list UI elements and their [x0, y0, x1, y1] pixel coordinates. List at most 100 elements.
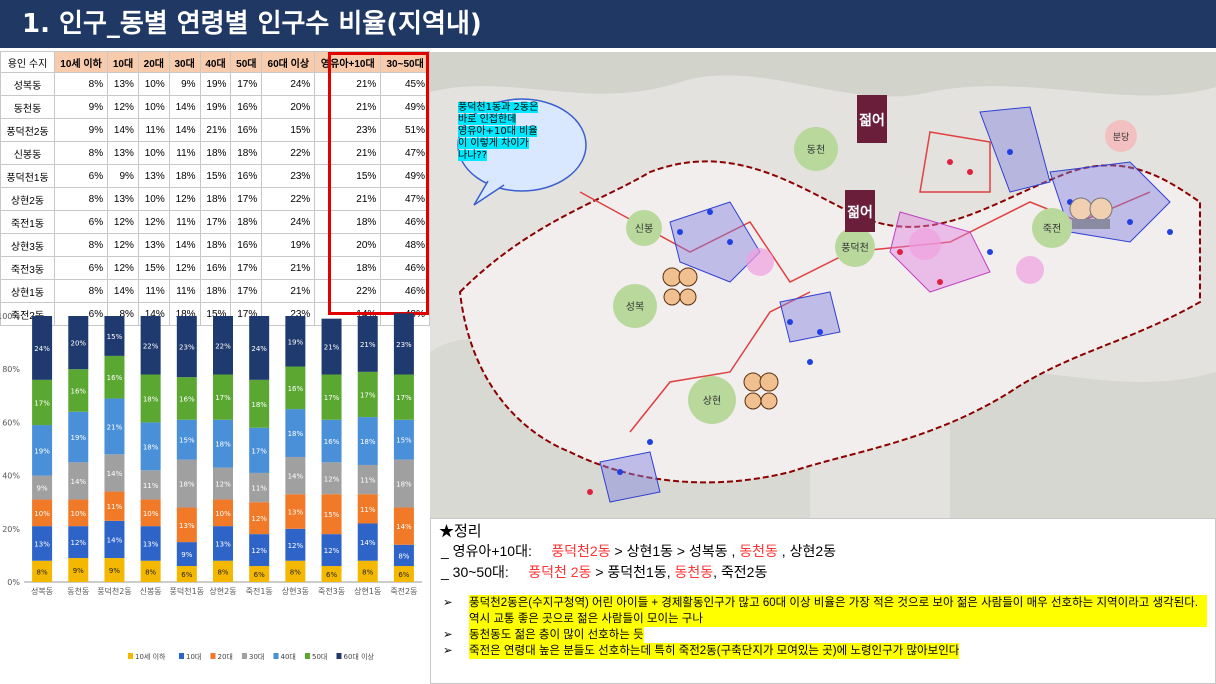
- data-label: 21%: [107, 423, 123, 431]
- x-tick-label: 성복동: [31, 587, 53, 596]
- table-cell: 21%: [261, 256, 316, 280]
- table-cell: 46%: [380, 279, 430, 303]
- data-label: 8%: [398, 552, 409, 560]
- data-label: 12%: [251, 515, 267, 523]
- data-label: 13%: [34, 540, 50, 548]
- data-label: 12%: [215, 481, 231, 489]
- summary-bullets: ➢ 풍덕천2동은(수지구청역) 어린 아이들 + 경제활동인구가 많고 60대 …: [439, 595, 1207, 659]
- data-label: 9%: [181, 551, 192, 559]
- table-cell: 14%: [168, 118, 201, 142]
- summary-line-youth: _ 영유아+10대: 풍덕천2동 > 상현1동 > 성복동 , 동천동 , 상현…: [439, 541, 1207, 562]
- data-label: 9%: [37, 485, 48, 493]
- table-row: 죽전1동 6% 12% 12% 11% 17% 18% 24% 18% 46%: [0, 210, 430, 234]
- bubble-line: 바로 인접한데: [458, 114, 517, 125]
- table-cell: 18%: [230, 210, 263, 234]
- legend-swatch: [242, 653, 247, 659]
- data-label: 10%: [34, 510, 50, 518]
- table-cell: 19%: [261, 233, 316, 257]
- data-label: 12%: [324, 547, 340, 555]
- table-cell: 16%: [230, 95, 263, 119]
- table-cell: 15%: [199, 164, 232, 188]
- table-cell: 10%: [137, 72, 170, 96]
- col-header: 영유아+10대: [314, 51, 382, 73]
- table-cell: 15%: [137, 256, 170, 280]
- bullet-text: 풍덕천2동은(수지구청역) 어린 아이들 + 경제활동인구가 많고 60대 이상…: [469, 595, 1207, 627]
- row-label: 상현3동: [0, 233, 55, 257]
- data-label: 17%: [396, 394, 412, 402]
- table-cell: 20%: [314, 233, 382, 257]
- data-label: 12%: [70, 539, 86, 547]
- bubble-line: 이 이렇게 차이가: [458, 138, 529, 149]
- data-label: 6%: [254, 571, 265, 579]
- table-cell: 12%: [107, 256, 139, 280]
- map-label-pungdeok: 풍덕천: [841, 242, 869, 254]
- table-cell: 46%: [380, 210, 430, 234]
- x-tick-label: 상현3동: [282, 586, 309, 596]
- data-label: 17%: [34, 399, 50, 407]
- col-header: 40대: [199, 51, 232, 73]
- table-cell: 8%: [53, 141, 109, 165]
- data-label: 11%: [107, 503, 123, 511]
- summary-panel: ★정리 _ 영유아+10대: 풍덕천2동 > 상현1동 > 성복동 , 동천동 …: [430, 518, 1216, 684]
- table-cell: 20%: [261, 95, 316, 119]
- summary-bullet: ➢ 풍덕천2동은(수지구청역) 어린 아이들 + 경제활동인구가 많고 60대 …: [439, 595, 1207, 627]
- data-label: 18%: [251, 401, 267, 409]
- map-label-bundang: 분당: [1113, 132, 1130, 143]
- table-cell: 18%: [199, 141, 232, 165]
- data-label: 16%: [107, 374, 123, 382]
- data-label: 11%: [360, 477, 376, 485]
- legend-swatch: [305, 653, 310, 659]
- table-cell: 22%: [314, 279, 382, 303]
- young-badge-label: 젊어: [859, 112, 885, 129]
- data-label: 17%: [360, 391, 376, 399]
- data-label: 13%: [215, 540, 231, 548]
- x-tick-label: 죽전3동: [318, 586, 345, 596]
- legend-label: 50대: [312, 653, 327, 661]
- data-label: 10%: [215, 510, 231, 518]
- x-tick-label: 상현1동: [354, 586, 381, 596]
- x-tick-label: 신봉동: [140, 587, 162, 596]
- data-label: 20%: [70, 340, 86, 348]
- data-label: 6%: [326, 571, 337, 579]
- family-icon: [662, 267, 698, 306]
- col-header: 60대 이상: [261, 51, 316, 73]
- data-label: 18%: [288, 430, 304, 438]
- data-label: 13%: [143, 540, 159, 548]
- stacked-bar-chart: 0% 20% 40% 60% 80% 100% 8% 13% 10% 9% 19% 17% 24% 성복동…: [0, 312, 422, 661]
- data-label: 12%: [251, 547, 267, 555]
- data-label: 22%: [215, 342, 231, 350]
- young-badge-icon: 젊어: [857, 95, 887, 143]
- table-row: 동천동 9% 12% 10% 14% 19% 16% 20% 21% 49%: [0, 95, 430, 119]
- map-label-sanghyeon: 상현: [703, 395, 721, 407]
- summary-line-working-age: _ 30~50대: 풍덕천 2동 > 풍덕천1동, 동천동, 죽전2동: [439, 562, 1207, 583]
- summary-text: , 상현2동: [777, 543, 837, 559]
- data-label: 21%: [324, 344, 340, 352]
- data-label: 14%: [396, 523, 412, 531]
- table-cell: 11%: [168, 210, 201, 234]
- table-cell: 16%: [230, 118, 263, 142]
- legend-swatch: [336, 653, 342, 659]
- map-label-jukjeon: 죽전: [1043, 223, 1061, 235]
- data-label: 11%: [143, 482, 159, 490]
- station-marker: [746, 248, 774, 276]
- summary-highlight: 풍덕천 2동: [528, 564, 592, 580]
- data-label: 6%: [181, 571, 192, 579]
- bullet-text: 죽전은 연령대 높은 분들도 선호하는데 특히 죽전2동(구축단지가 모여있는 …: [469, 643, 960, 659]
- bullet-arrow-icon: ➢: [443, 597, 453, 609]
- table-cell: 49%: [380, 95, 430, 119]
- summary-text: > 풍덕천1동,: [591, 564, 671, 580]
- summary-bullet: ➢ 동천동도 젊은 층이 많이 선호하는 듯: [439, 627, 1207, 643]
- data-label: 22%: [143, 342, 159, 350]
- x-tick-label: 동천동: [67, 586, 89, 596]
- table-cell: 6%: [53, 256, 109, 280]
- table-cell: 8%: [53, 233, 109, 257]
- row-label: 죽전1동: [0, 210, 55, 234]
- data-label: 8%: [37, 568, 48, 576]
- table-cell: 13%: [137, 233, 170, 257]
- col-header: 50대: [230, 51, 263, 73]
- table-cell: 17%: [230, 256, 263, 280]
- table-cell: 13%: [107, 187, 139, 211]
- x-tick-label: 죽전2동: [390, 586, 417, 596]
- y-tick-label: 80%: [2, 365, 20, 374]
- summary-line-label: _ 영유아+10대:: [441, 543, 532, 559]
